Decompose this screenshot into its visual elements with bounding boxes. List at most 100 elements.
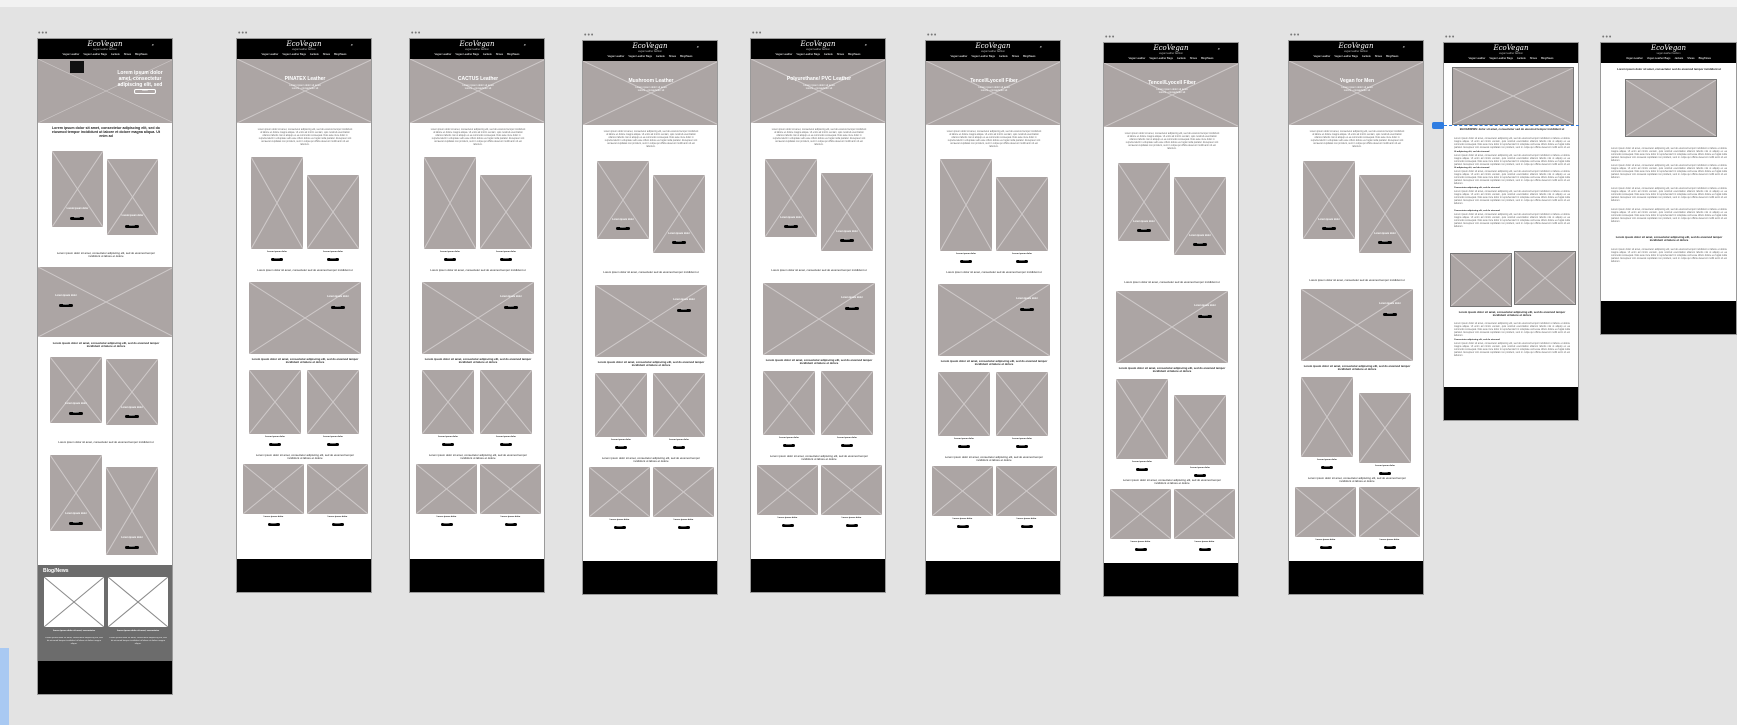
card-button[interactable]: Button bbox=[69, 522, 83, 525]
card-button[interactable]: Button bbox=[1016, 445, 1028, 448]
card-button[interactable]: Button bbox=[781, 524, 794, 527]
frame-category-page[interactable]: EcoVegan vegan leather fashion Vegan Leath… bbox=[236, 38, 372, 593]
nav-item[interactable]: Jackets bbox=[1517, 57, 1526, 60]
card-button[interactable]: Button bbox=[673, 446, 685, 449]
card-button[interactable]: Button bbox=[784, 225, 798, 228]
card-button[interactable]: Button bbox=[672, 241, 686, 244]
nav-item[interactable]: Jackets bbox=[824, 53, 833, 56]
card-button[interactable]: Button bbox=[1319, 546, 1332, 549]
nav-item[interactable]: Jackets bbox=[656, 55, 665, 58]
nav-item[interactable]: Vegan Leather bbox=[262, 53, 279, 56]
frame-menu-dots[interactable]: ••• bbox=[238, 30, 248, 37]
card-button[interactable]: Button bbox=[1193, 243, 1207, 246]
frame-menu-dots[interactable]: ••• bbox=[927, 32, 937, 39]
nav-item[interactable]: Vegan Leather Bags bbox=[83, 53, 107, 56]
nav-item[interactable]: Jackets bbox=[111, 53, 120, 56]
nav-item[interactable]: Blog/News bbox=[334, 53, 346, 56]
nav-item[interactable]: Vegan Leather bbox=[63, 53, 80, 56]
card-button[interactable]: Button bbox=[1383, 546, 1396, 549]
nav-item[interactable]: Shoes bbox=[323, 53, 330, 56]
card-button[interactable]: Button bbox=[783, 444, 795, 447]
nav-item[interactable]: Shoes bbox=[1687, 57, 1694, 60]
frame-category-page[interactable]: EcoVegan vegan leather fashion Vegan Leath… bbox=[409, 38, 545, 593]
nav-item[interactable]: Jackets bbox=[999, 55, 1008, 58]
hero-button[interactable]: Button bbox=[134, 89, 156, 94]
nav-item[interactable]: Vegan Leather Bags bbox=[1647, 57, 1671, 60]
frame-category-page[interactable]: EcoVegan vegan leather fashion Vegan Leath… bbox=[582, 40, 718, 595]
search-icon[interactable]: ⌕ bbox=[697, 44, 699, 49]
banner-button[interactable]: Button bbox=[677, 309, 691, 312]
nav-item[interactable]: Shoes bbox=[124, 53, 131, 56]
nav-item[interactable]: Vegan Leather bbox=[1314, 55, 1331, 58]
card-button[interactable]: Button bbox=[125, 225, 139, 228]
card-button[interactable]: Button bbox=[69, 412, 83, 415]
card-button[interactable]: Button bbox=[442, 443, 454, 446]
frame-category-page[interactable]: EcoVegan vegan leather fashion Vegan Leath… bbox=[750, 38, 886, 593]
card-button[interactable]: Button bbox=[500, 258, 512, 261]
card-button[interactable]: Button bbox=[958, 445, 970, 448]
nav-item[interactable]: Vegan Leather Bags bbox=[455, 53, 479, 56]
card-button[interactable]: Button bbox=[1194, 474, 1206, 477]
card-button[interactable]: Button bbox=[504, 523, 517, 526]
nav-item[interactable]: Vegan Leather bbox=[1129, 57, 1146, 60]
banner-button[interactable]: Button bbox=[1383, 313, 1397, 316]
card-button[interactable]: Button bbox=[267, 523, 280, 526]
nav-item[interactable]: Vegan Leather Bags bbox=[628, 55, 652, 58]
card-button[interactable]: Button bbox=[444, 258, 456, 261]
banner-button[interactable]: Button bbox=[504, 306, 518, 309]
nav-item[interactable]: Shoes bbox=[1530, 57, 1537, 60]
frame-category-page[interactable]: EcoVegan vegan leather fashion Vegan Leath… bbox=[1288, 40, 1424, 595]
frame-menu-dots[interactable]: ••• bbox=[1290, 32, 1300, 39]
nav-item[interactable]: Blog/News bbox=[135, 53, 147, 56]
card-button[interactable]: Button bbox=[841, 444, 853, 447]
frame-menu-dots[interactable]: ••• bbox=[1602, 34, 1612, 41]
frame-category-page[interactable]: EcoVegan vegan leather fashion Vegan Leath… bbox=[925, 40, 1061, 595]
search-icon[interactable]: ⌕ bbox=[1218, 46, 1220, 51]
nav-item[interactable]: Shoes bbox=[837, 53, 844, 56]
frame-menu-dots[interactable]: ••• bbox=[38, 30, 48, 37]
search-icon[interactable]: ⌕ bbox=[351, 42, 353, 47]
nav-item[interactable]: Jackets bbox=[1362, 55, 1371, 58]
card-button[interactable]: Button bbox=[327, 443, 339, 446]
banner-button[interactable]: Button bbox=[331, 306, 345, 309]
nav-item[interactable]: Blog/News bbox=[1201, 57, 1213, 60]
nav-item[interactable]: Vegan Leather Bags bbox=[796, 53, 820, 56]
site-logo[interactable]: EcoVegan bbox=[88, 41, 123, 48]
frame-menu-dots[interactable]: ••• bbox=[752, 30, 762, 37]
card-button[interactable]: Button bbox=[613, 526, 626, 529]
card-button[interactable]: Button bbox=[1134, 548, 1147, 551]
blog-card-image[interactable] bbox=[108, 577, 168, 627]
site-logo[interactable]: EcoVegan bbox=[976, 43, 1011, 50]
card-button[interactable]: Button bbox=[845, 524, 858, 527]
nav-item[interactable]: Vegan Leather bbox=[608, 55, 625, 58]
nav-item[interactable]: Blog/News bbox=[848, 53, 860, 56]
search-icon[interactable]: ⌕ bbox=[1040, 44, 1042, 49]
search-icon[interactable]: ⌕ bbox=[524, 42, 526, 47]
frame-menu-dots[interactable]: ••• bbox=[1445, 34, 1455, 41]
nav-item[interactable]: Blog/News bbox=[1023, 55, 1035, 58]
card-button[interactable]: Button bbox=[331, 523, 344, 526]
site-logo[interactable]: EcoVegan bbox=[1494, 45, 1529, 52]
card-button[interactable]: Button bbox=[440, 523, 453, 526]
card-button[interactable]: Button bbox=[1378, 241, 1392, 244]
site-logo[interactable]: EcoVegan bbox=[1154, 45, 1189, 52]
nav-item[interactable]: Blog/News bbox=[1386, 55, 1398, 58]
frame-article[interactable]: EcoVegan vegan leather fashion Vegan Lea… bbox=[1600, 42, 1737, 335]
card-button[interactable]: Button bbox=[960, 260, 972, 263]
card-button[interactable]: Button bbox=[269, 443, 281, 446]
nav-item[interactable]: Jackets bbox=[1674, 57, 1683, 60]
search-icon[interactable]: ⌕ bbox=[152, 42, 154, 47]
card-button[interactable]: Button bbox=[125, 546, 139, 549]
nav-item[interactable]: Blog/News bbox=[680, 55, 692, 58]
nav-item[interactable]: Shoes bbox=[496, 53, 503, 56]
banner-button[interactable]: Button bbox=[1198, 315, 1212, 318]
nav-item[interactable]: Blog/News bbox=[1541, 57, 1553, 60]
card-button[interactable]: Button bbox=[956, 525, 969, 528]
nav-item[interactable]: Vegan Leather bbox=[1626, 57, 1643, 60]
banner-button[interactable]: Button bbox=[845, 307, 859, 310]
nav-item[interactable]: Shoes bbox=[1012, 55, 1019, 58]
card-button[interactable]: Button bbox=[70, 217, 84, 220]
card-button[interactable]: Button bbox=[1322, 227, 1336, 230]
nav-item[interactable]: Blog/News bbox=[1699, 57, 1711, 60]
card-button[interactable]: Button bbox=[125, 415, 139, 418]
